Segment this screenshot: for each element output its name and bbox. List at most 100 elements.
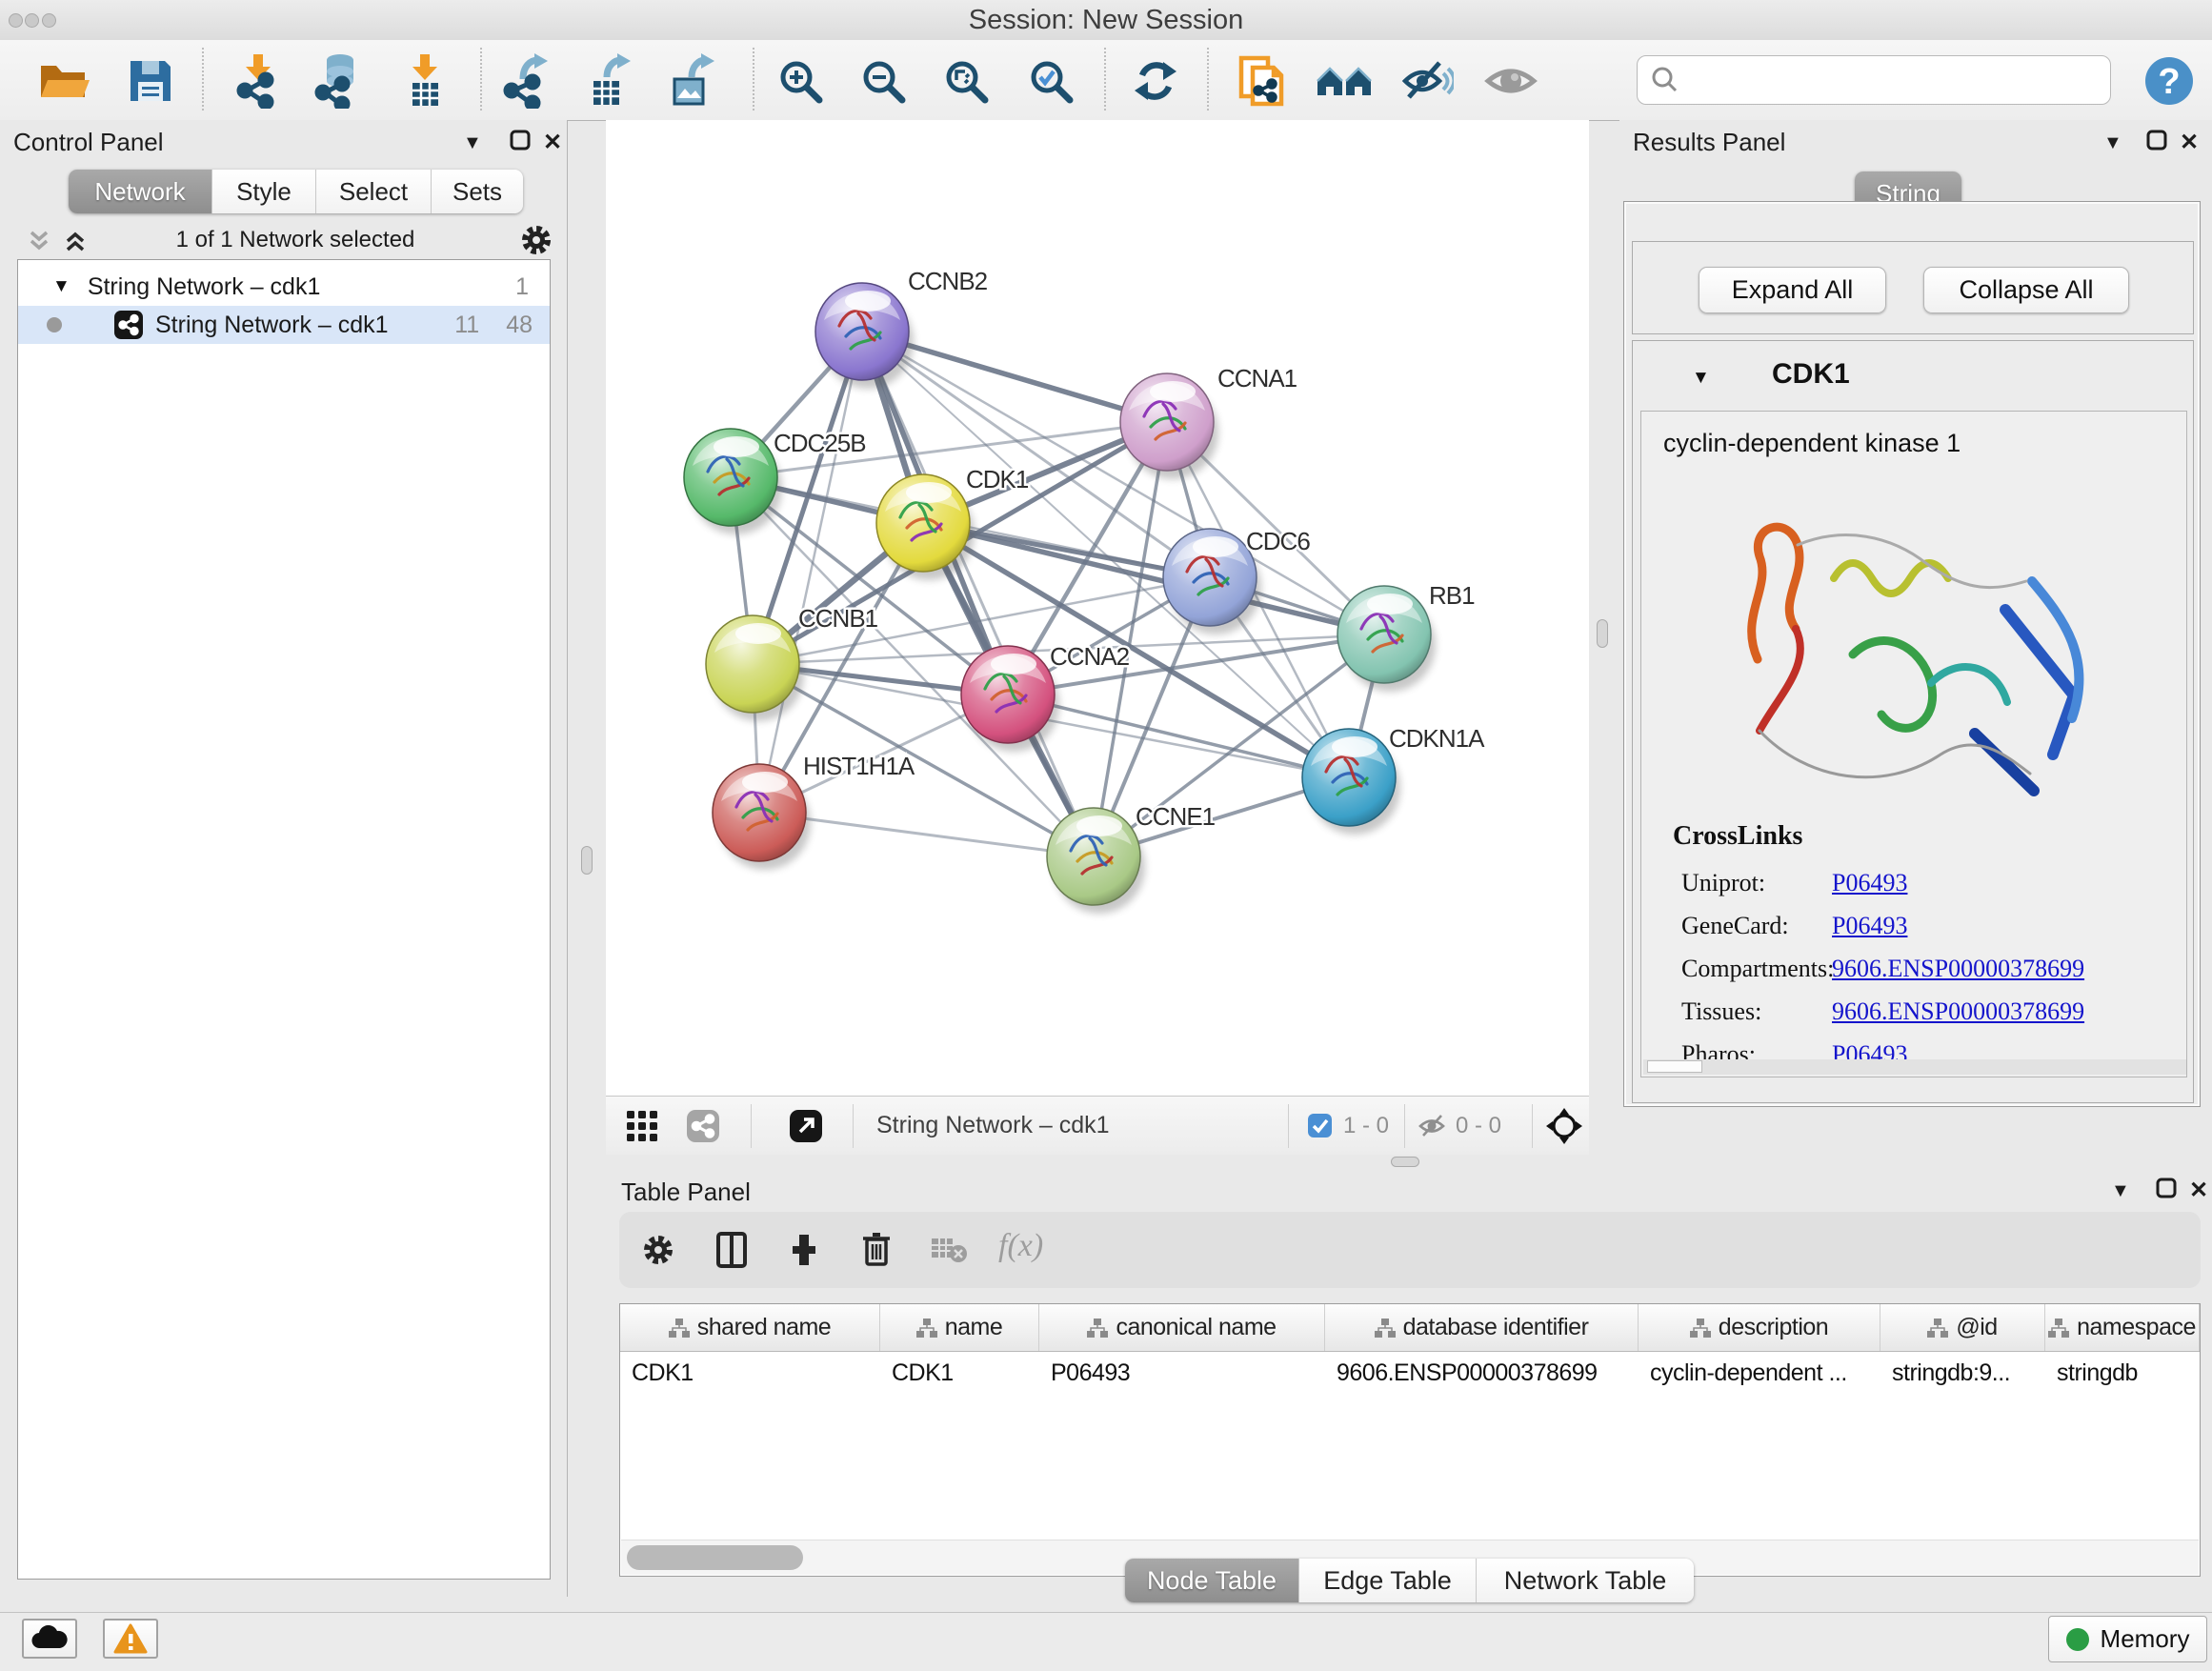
collection-expand-icon[interactable]: ▼ — [52, 276, 70, 297]
column-header-database-identifier[interactable]: database identifier — [1325, 1304, 1639, 1351]
export-image-button[interactable] — [660, 51, 719, 111]
network-canvas[interactable]: CCNB2CCNA1CDC25BCDK1CDC6RB1CCNB1CCNA2CDK… — [606, 120, 1589, 1096]
collapse-all-networks-icon[interactable] — [25, 227, 53, 260]
gray-eye-button[interactable] — [1481, 51, 1540, 111]
crosslinks-title: CrossLinks — [1673, 821, 1802, 852]
cell-database-identifier[interactable]: 9606.ENSP00000378699 — [1325, 1352, 1639, 1394]
cell-description[interactable]: cyclin-dependent ... — [1639, 1352, 1880, 1394]
cell-canonical-name[interactable]: P06493 — [1039, 1352, 1325, 1394]
close-panel-icon[interactable]: ✕ — [543, 131, 562, 154]
help-button[interactable]: ? — [2140, 51, 2199, 111]
node-CCNE1[interactable] — [1047, 808, 1145, 914]
detach-view-icon[interactable] — [789, 1109, 823, 1148]
scrollbar-thumb[interactable] — [1647, 1060, 1702, 1073]
panel-menu-icon[interactable]: ▼ — [2111, 1179, 2130, 1202]
node-HIST1H1A[interactable] — [713, 764, 811, 870]
cell--id[interactable]: stringdb:9... — [1880, 1352, 2045, 1394]
node-label-CCNB1: CCNB1 — [798, 604, 878, 633]
results-horizontal-scrollbar[interactable] — [1643, 1059, 2186, 1075]
crosslink-link[interactable]: 9606.ENSP00000378699 — [1832, 997, 2084, 1026]
delete-column-trash-icon[interactable] — [857, 1230, 895, 1273]
crosslink-link[interactable]: P06493 — [1832, 912, 1907, 940]
right-splitter-handle[interactable] — [1597, 619, 1608, 648]
memory-button[interactable]: Memory — [2048, 1616, 2207, 1662]
column-header-description[interactable]: description — [1639, 1304, 1880, 1351]
network-view-title: String Network – cdk1 — [876, 1112, 1110, 1139]
function-builder-icon[interactable]: f(x) — [998, 1228, 1043, 1264]
crosslink-link[interactable]: P06493 — [1832, 869, 1907, 897]
export-network-button[interactable] — [495, 51, 554, 111]
selected-checkbox-icon[interactable] — [1307, 1113, 1333, 1143]
crosslink-link[interactable]: 9606.ENSP00000378699 — [1832, 955, 2084, 983]
expand-all-button[interactable]: Expand All — [1699, 267, 1886, 313]
node-CCNB2[interactable] — [815, 283, 914, 389]
hide-unhide-button[interactable] — [1397, 51, 1456, 111]
gene-description: cyclin-dependent kinase 1 — [1663, 429, 1961, 458]
scrollbar-thumb[interactable] — [627, 1545, 803, 1570]
tab-sets[interactable]: Sets — [432, 170, 523, 213]
save-session-button[interactable] — [121, 51, 180, 111]
left-splitter-handle[interactable] — [581, 846, 593, 875]
tab-network-table[interactable]: Network Table — [1477, 1559, 1694, 1602]
export-table-button[interactable] — [577, 51, 636, 111]
import-network-file-button[interactable] — [229, 51, 288, 111]
string-view-icon[interactable] — [686, 1109, 720, 1148]
node-RB1[interactable] — [1337, 586, 1436, 692]
node-CDC25B[interactable] — [684, 429, 782, 534]
table-settings-gear-icon[interactable] — [640, 1232, 676, 1273]
import-network-database-button[interactable] — [309, 51, 368, 111]
edge-CCNB2-HIST1H1A[interactable] — [759, 332, 862, 813]
birdseye-navigator-icon[interactable] — [1545, 1107, 1583, 1150]
float-panel-icon[interactable] — [2145, 129, 2168, 156]
node-CCNA1[interactable] — [1120, 373, 1218, 479]
add-column-icon[interactable] — [785, 1231, 823, 1274]
column-header--id[interactable]: @id — [1880, 1304, 2045, 1351]
close-panel-icon[interactable]: ✕ — [2189, 1179, 2208, 1202]
column-header-shared-name[interactable]: shared name — [620, 1304, 880, 1351]
zoom-in-button[interactable] — [771, 51, 830, 111]
import-table-button[interactable] — [395, 51, 454, 111]
cloud-button[interactable] — [22, 1619, 77, 1659]
network-row[interactable]: String Network – cdk1 11 48 — [18, 306, 550, 344]
grid-view-icon[interactable] — [625, 1109, 659, 1148]
zoom-out-button[interactable] — [854, 51, 913, 111]
tab-style[interactable]: Style — [212, 170, 316, 213]
node-CDK1[interactable] — [876, 474, 975, 580]
column-header-namespace[interactable]: namespace — [2045, 1304, 2200, 1351]
node-label-RB1: RB1 — [1429, 581, 1475, 610]
network-collection-row[interactable]: ▼ String Network – cdk1 1 — [18, 268, 550, 306]
tab-select[interactable]: Select — [316, 170, 432, 213]
show-columns-icon[interactable] — [713, 1231, 751, 1274]
network-options-gear-icon[interactable] — [518, 222, 554, 263]
close-panel-icon[interactable]: ✕ — [2180, 131, 2199, 154]
column-header-name[interactable]: name — [880, 1304, 1039, 1351]
collapse-all-button[interactable]: Collapse All — [1923, 267, 2129, 313]
float-panel-icon[interactable] — [509, 129, 532, 156]
string-home-button[interactable] — [1315, 51, 1374, 111]
copy-share-document-button[interactable] — [1231, 51, 1290, 111]
tab-network[interactable]: Network — [69, 170, 212, 213]
column-header-canonical-name[interactable]: canonical name — [1039, 1304, 1325, 1351]
tab-edge-table[interactable]: Edge Table — [1299, 1559, 1477, 1602]
search-input[interactable] — [1687, 60, 2110, 100]
panel-menu-icon[interactable]: ▼ — [2103, 131, 2122, 154]
cell-shared-name[interactable]: CDK1 — [620, 1352, 880, 1394]
float-panel-icon[interactable] — [2155, 1177, 2178, 1204]
tab-node-table[interactable]: Node Table — [1125, 1559, 1299, 1602]
expand-all-networks-icon[interactable] — [61, 227, 90, 260]
zoom-fit-button[interactable] — [936, 51, 995, 111]
node-CDKN1A[interactable] — [1302, 729, 1400, 835]
node-CCNA2[interactable] — [961, 646, 1059, 752]
open-session-button[interactable] — [34, 51, 93, 111]
horizontal-splitter-handle[interactable] — [1391, 1157, 1419, 1167]
network-graph[interactable]: CCNB2CCNA1CDC25BCDK1CDC6RB1CCNB1CCNA2CDK… — [606, 120, 1589, 1096]
delete-table-icon[interactable] — [930, 1237, 968, 1270]
warnings-button[interactable] — [103, 1619, 158, 1659]
refresh-button[interactable] — [1126, 51, 1185, 111]
node-table-data-row[interactable]: CDK1CDK1P064939606.ENSP00000378699cyclin… — [620, 1352, 2200, 1394]
panel-menu-icon[interactable]: ▼ — [463, 131, 482, 154]
zoom-selected-button[interactable] — [1021, 51, 1080, 111]
section-collapse-icon[interactable]: ▼ — [1692, 368, 1710, 389]
cell-name[interactable]: CDK1 — [880, 1352, 1039, 1394]
cell-namespace[interactable]: stringdb — [2045, 1352, 2200, 1394]
